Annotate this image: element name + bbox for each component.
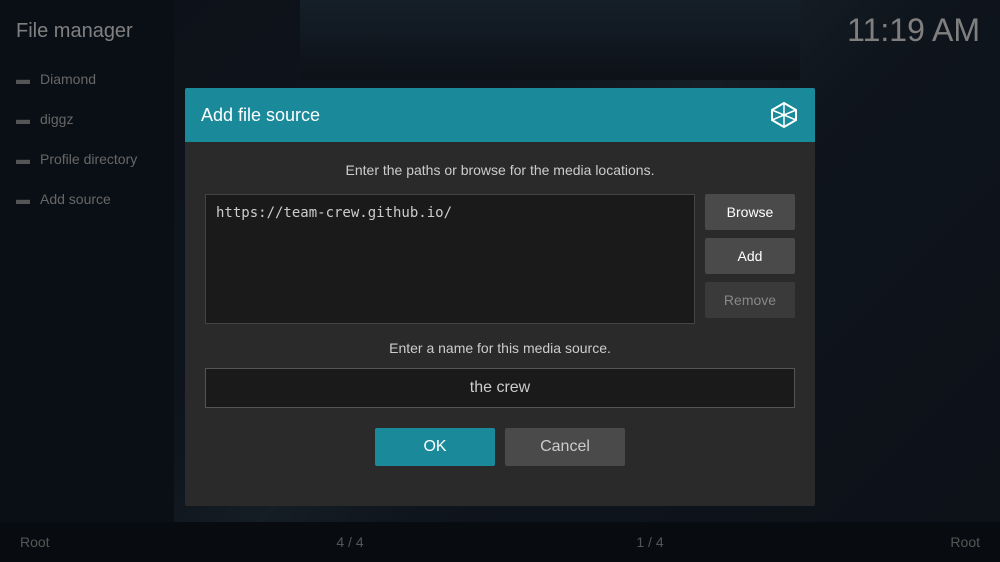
cancel-button[interactable]: Cancel — [505, 428, 625, 466]
path-buttons: Browse Add Remove — [705, 194, 795, 324]
path-instruction: Enter the paths or browse for the media … — [205, 162, 795, 178]
dialog-footer: OK Cancel — [205, 428, 795, 486]
path-section: https://team-crew.github.io/ Browse Add … — [205, 194, 795, 324]
dialog-title: Add file source — [201, 105, 320, 126]
name-instruction: Enter a name for this media source. — [205, 340, 795, 356]
dialog-body: Enter the paths or browse for the media … — [185, 142, 815, 506]
ok-button[interactable]: OK — [375, 428, 495, 466]
kodi-logo — [769, 100, 799, 130]
remove-button[interactable]: Remove — [705, 282, 795, 318]
source-name-input[interactable] — [205, 368, 795, 408]
add-file-source-dialog: Add file source Enter the paths or brows… — [185, 88, 815, 506]
browse-button[interactable]: Browse — [705, 194, 795, 230]
dialog-header: Add file source — [185, 88, 815, 142]
path-textarea[interactable]: https://team-crew.github.io/ — [205, 194, 695, 324]
add-path-button[interactable]: Add — [705, 238, 795, 274]
